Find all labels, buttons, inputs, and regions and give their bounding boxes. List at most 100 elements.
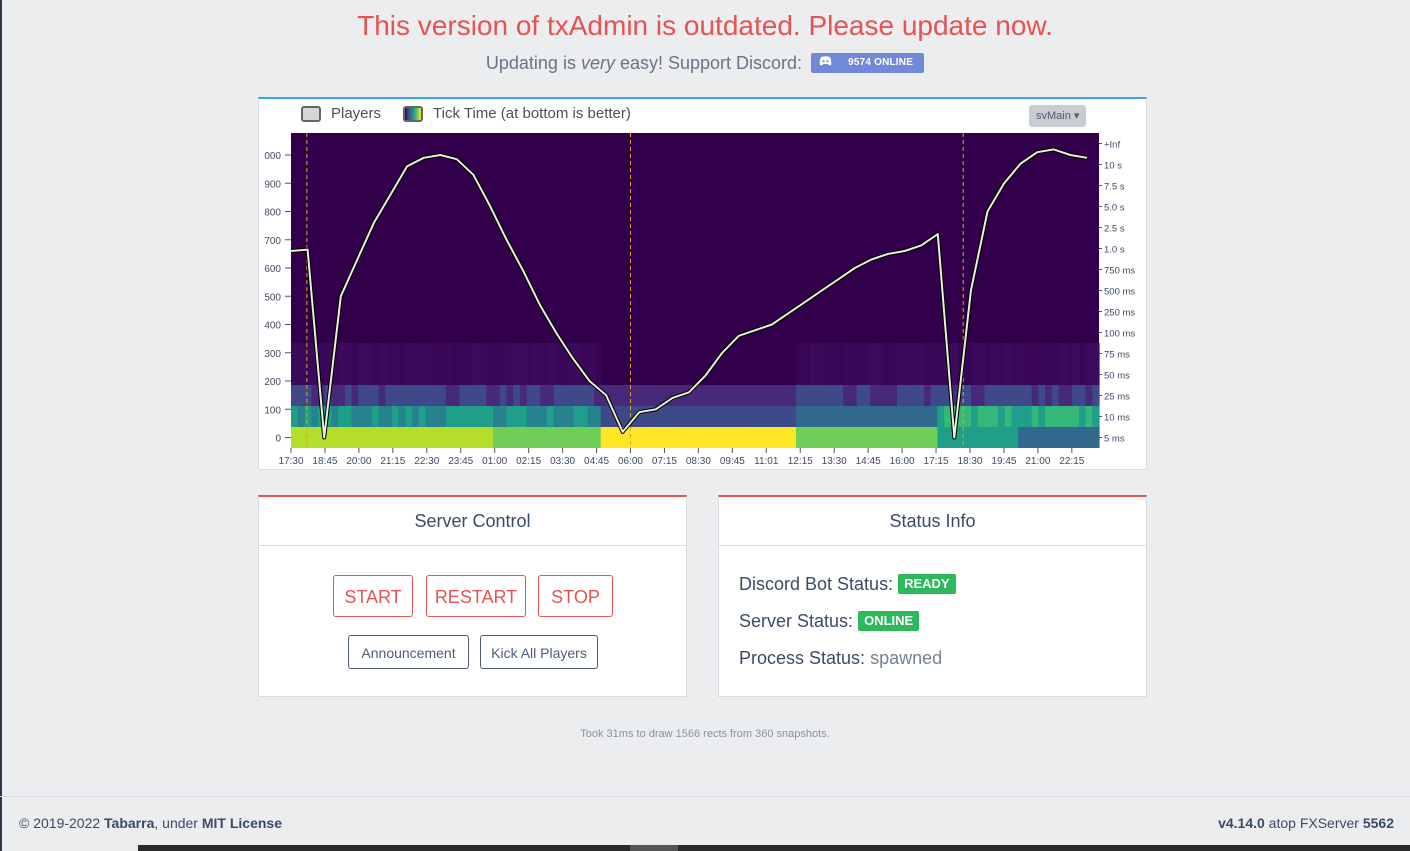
discord-badge[interactable]: 9574 ONLINE — [811, 52, 925, 73]
heatmap-cell — [466, 427, 474, 448]
heatmap-cell — [513, 406, 521, 427]
heatmap-cell — [816, 343, 824, 385]
heatmap-cell — [519, 427, 528, 448]
heatmap-cell — [816, 385, 824, 406]
support-em: very — [580, 53, 615, 73]
stop-button[interactable]: STOP — [538, 575, 613, 617]
heatmap-cell — [883, 427, 891, 448]
heatmap-cell — [668, 406, 676, 427]
support-suffix: easy! Support Discord: — [614, 53, 803, 73]
restart-button[interactable]: RESTART — [426, 575, 526, 617]
heatmap-cell — [843, 385, 851, 406]
status-info-card: Status Info Discord Bot Status: READY Se… — [718, 495, 1147, 697]
heatmap-cell — [654, 427, 662, 448]
heatmap-cell — [742, 406, 750, 427]
heatmap-cell — [836, 406, 844, 427]
heatmap-cell — [499, 343, 508, 385]
heatmap-cell — [1065, 427, 1073, 448]
x-tick-label: 16:00 — [890, 456, 915, 467]
heatmap-cell — [493, 343, 501, 385]
heatmap-cell — [910, 343, 918, 385]
heatmap-cell — [351, 385, 359, 406]
heatmap-cell — [836, 343, 844, 385]
y-right-tick-label: 25 ms — [1104, 392, 1130, 403]
heatmap-cell — [1011, 385, 1019, 406]
heatmap-cell — [519, 385, 528, 406]
heatmap-cell — [459, 427, 467, 448]
heatmap-cell — [661, 406, 669, 427]
heatmap-cell — [365, 427, 373, 448]
heatmap-cell — [809, 385, 817, 406]
heatmap-cell — [573, 406, 582, 427]
heatmap-cell — [580, 406, 588, 427]
heatmap-cell — [1018, 427, 1026, 448]
heatmap-cell — [991, 427, 999, 448]
discord-online-count: 9574 ONLINE — [848, 56, 914, 68]
heatmap-cell — [533, 427, 541, 448]
heatmap-cell — [392, 343, 400, 385]
heatmap-cell — [371, 427, 380, 448]
y-right-tick-label: 5 ms — [1104, 434, 1125, 445]
heatmap-cell — [553, 406, 561, 427]
heatmap-cell — [560, 385, 568, 406]
heatmap-cell — [674, 406, 683, 427]
heatmap-cell — [479, 427, 487, 448]
heatmap-cell — [708, 385, 716, 406]
heatmap-cell — [439, 406, 447, 427]
heatmap-cell — [984, 385, 992, 406]
footer: © 2019-2022 Tabarra, under MIT License v… — [0, 796, 1410, 845]
heatmap-cell — [291, 406, 299, 427]
performance-chart: 000 900 800 700 600 500 400 300 200 100 0 +Inf 10 s 7… — [264, 133, 1135, 467]
heatmap-cell — [856, 427, 864, 448]
heatmap-cell — [769, 406, 777, 427]
scrollbar-thumb[interactable] — [630, 845, 678, 851]
heatmap-cell — [654, 385, 662, 406]
heatmap-cell — [378, 385, 386, 406]
scrollbar[interactable] — [138, 845, 1410, 851]
heatmap-cell — [425, 406, 433, 427]
heatmap-cell — [890, 406, 898, 427]
license-link[interactable]: MIT License — [202, 815, 282, 831]
heatmap-cell — [917, 343, 925, 385]
y-left-tick-label: 400 — [264, 321, 281, 332]
announcement-button[interactable]: Announcement — [348, 635, 469, 669]
heatmap-cell — [775, 385, 784, 406]
heatmap-cell — [594, 343, 602, 385]
heatmap-cell — [553, 343, 561, 385]
x-tick-label: 04:45 — [584, 456, 609, 467]
heatmap-cell — [728, 406, 736, 427]
kick-all-players-button[interactable]: Kick All Players — [480, 635, 598, 669]
heatmap-cell — [647, 427, 656, 448]
author-link[interactable]: Tabarra — [104, 815, 154, 831]
heatmap-cell — [977, 385, 986, 406]
heatmap-cell — [1018, 343, 1026, 385]
render-stats-text: Took 31ms to draw 1566 rects from 360 sn… — [580, 728, 830, 740]
heatmap-cell — [351, 427, 359, 448]
heatmap-cell — [1092, 385, 1100, 406]
heatmap-cell — [849, 385, 858, 406]
heatmap-cell — [311, 406, 319, 427]
heatmap-cell — [432, 406, 440, 427]
heatmap-cell — [371, 385, 380, 406]
heatmap-cell — [479, 406, 487, 427]
heatmap-cell — [775, 406, 784, 427]
heatmap-cell — [930, 343, 938, 385]
heatmap-cell — [971, 385, 979, 406]
heatmap-cell — [641, 385, 649, 406]
heatmap-cell — [418, 427, 427, 448]
heatmap-cell — [816, 406, 824, 427]
heatmap-cell — [822, 427, 831, 448]
heatmap-cell — [439, 427, 447, 448]
under-text: , under — [154, 815, 202, 831]
heatmap-cell — [876, 406, 885, 427]
heatmap-cell — [816, 427, 824, 448]
version-text: v4.14.0 — [1218, 815, 1265, 831]
heatmap-cell — [425, 385, 433, 406]
y-right-tick-label: 10 ms — [1104, 413, 1130, 424]
heatmap-cell — [1072, 427, 1080, 448]
heatmap-cell — [681, 427, 689, 448]
x-tick-label: 17:15 — [924, 456, 949, 467]
heatmap-cell — [567, 427, 575, 448]
start-button[interactable]: START — [333, 575, 413, 617]
heatmap-cell — [1045, 385, 1053, 406]
